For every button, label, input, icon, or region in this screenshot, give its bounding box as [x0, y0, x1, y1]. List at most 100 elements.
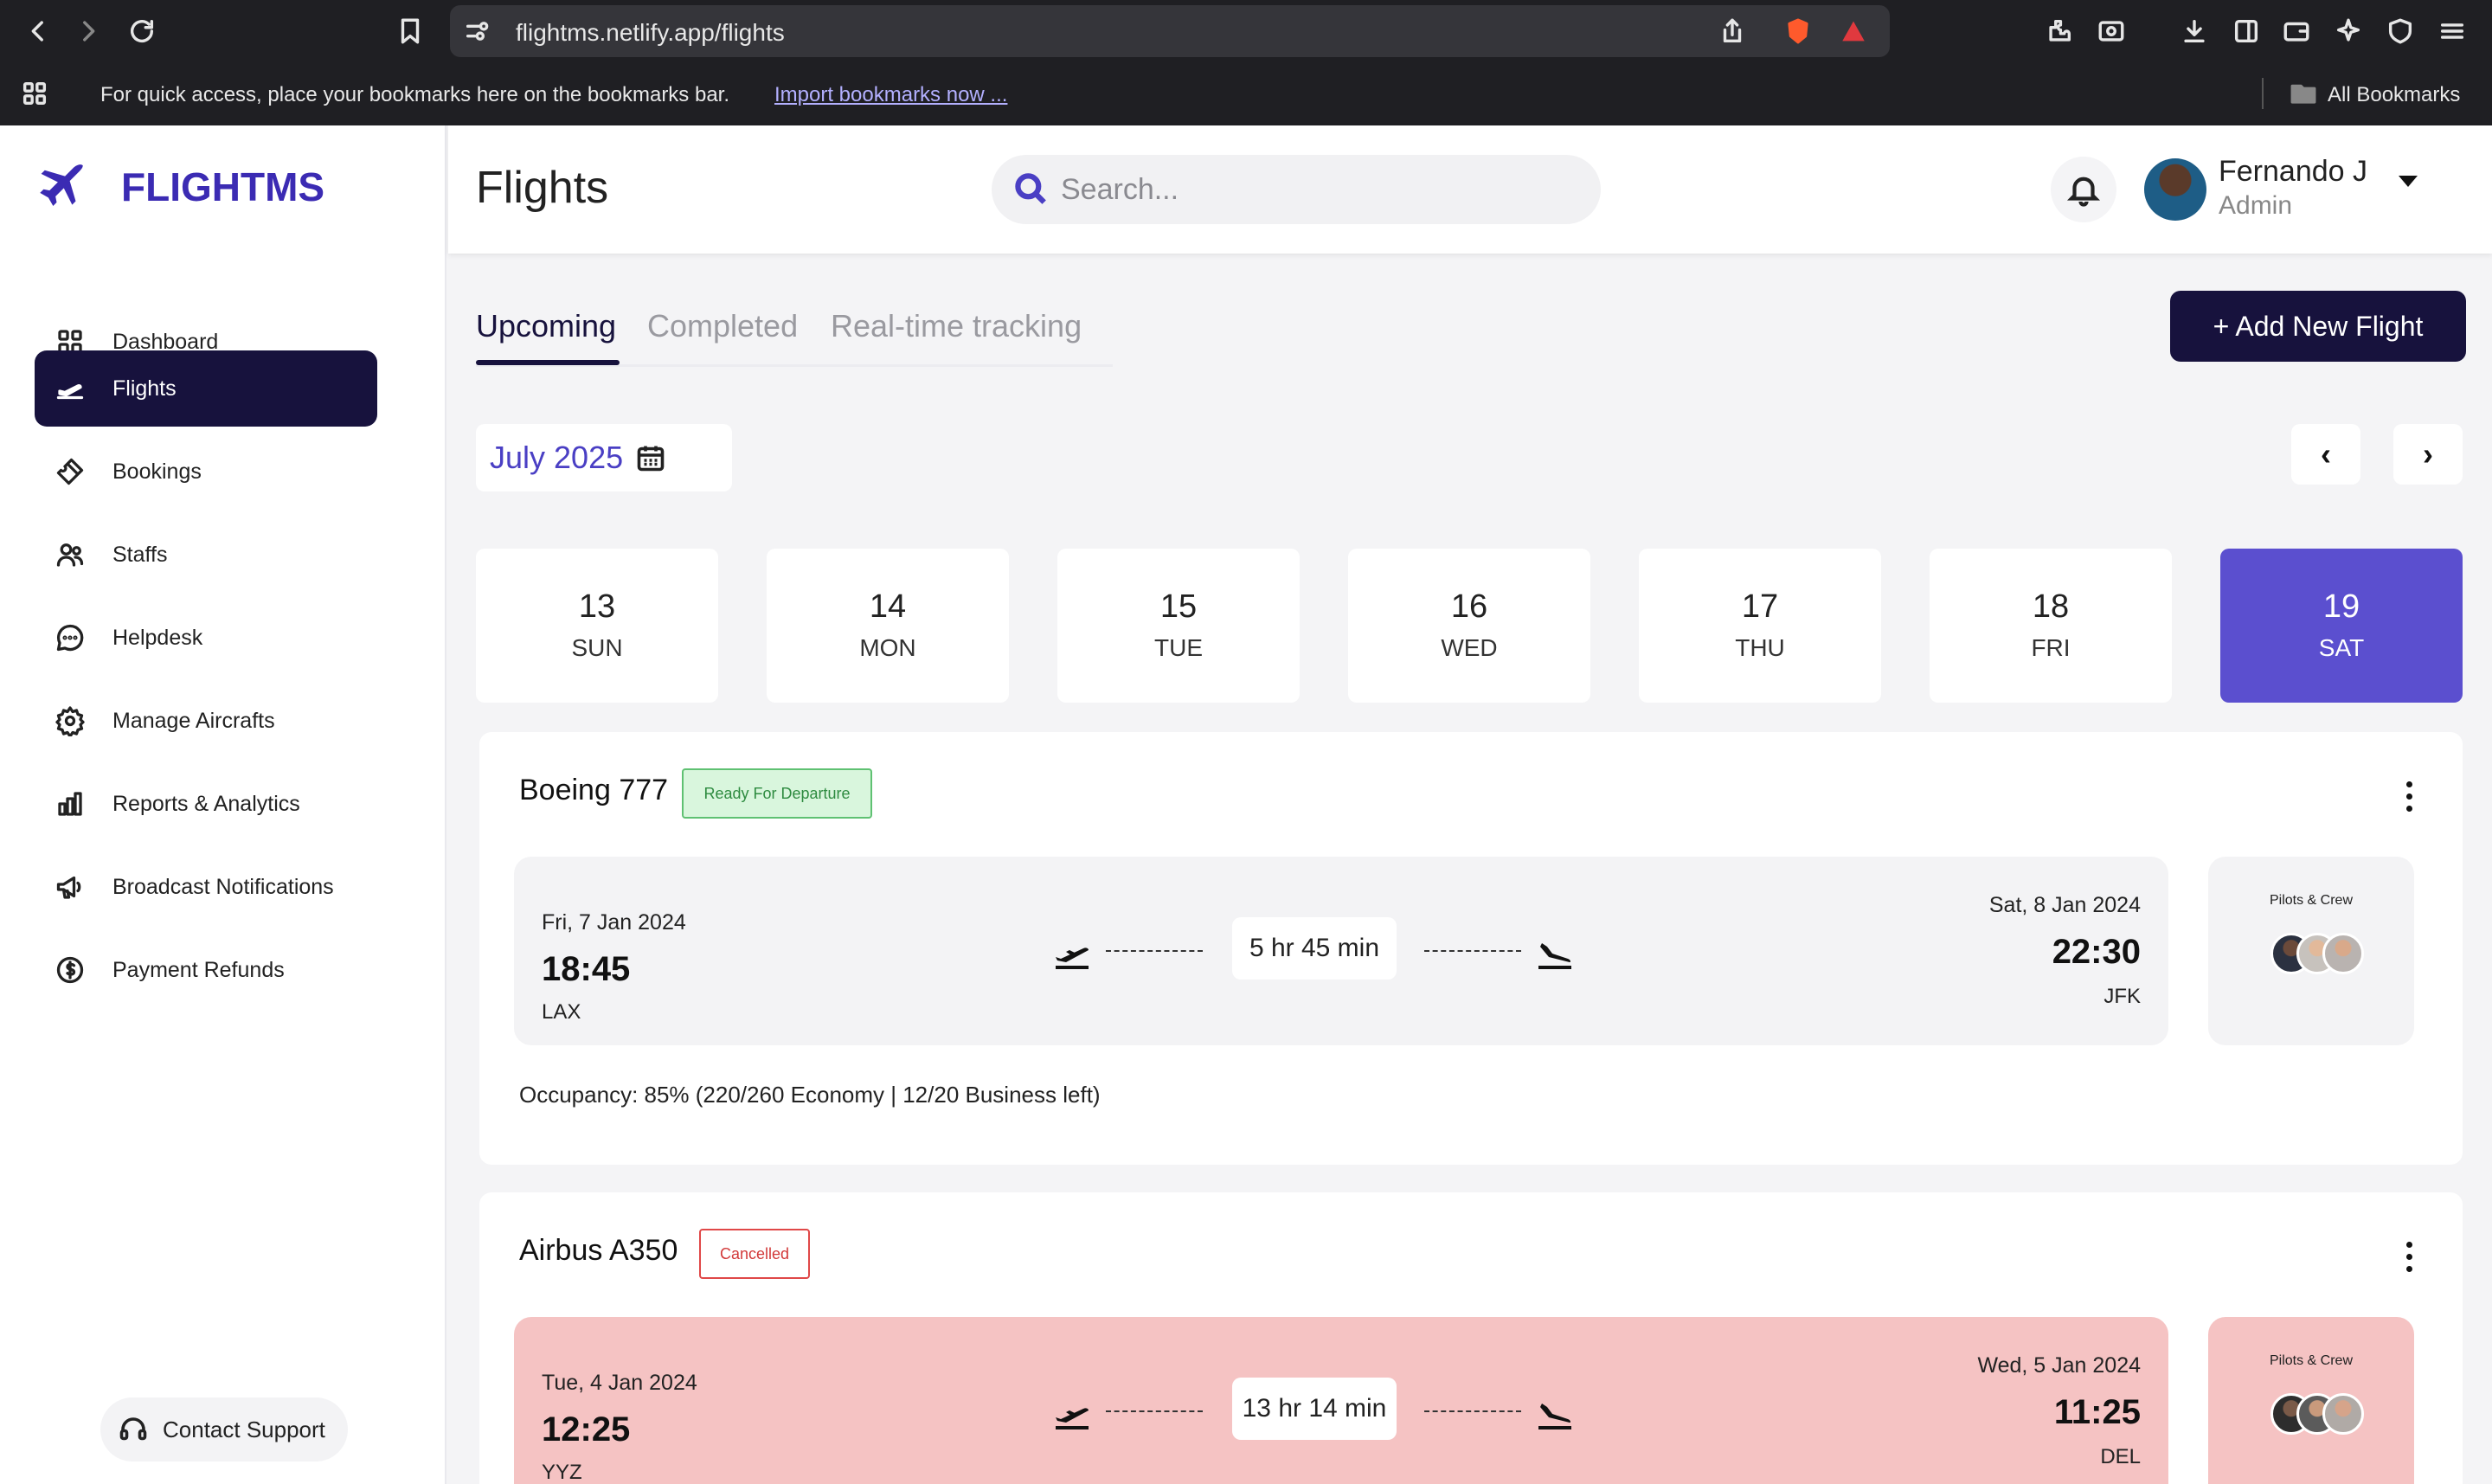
landing-icon: [1535, 936, 1577, 971]
crew-label: Pilots & Crew: [2269, 893, 2354, 908]
prev-week-button[interactable]: ‹: [2291, 424, 2360, 485]
reload-icon[interactable]: [123, 12, 161, 50]
arrival-date: Sat, 8 Jan 2024: [1988, 893, 2141, 917]
back-icon[interactable]: [19, 12, 57, 50]
next-week-button[interactable]: ›: [2393, 424, 2463, 485]
route-dashes: [1424, 1410, 1521, 1412]
sidebar-item-reports[interactable]: Reports & Analytics: [35, 766, 377, 842]
search-box[interactable]: [992, 155, 1601, 224]
avatar: [2322, 1393, 2364, 1435]
extensions-icon[interactable]: [2040, 12, 2078, 50]
gear-icon: [54, 704, 87, 737]
route-dashes: [1106, 950, 1203, 952]
logo[interactable]: FLIGHTMS: [33, 158, 324, 215]
sidebar-item-staffs[interactable]: Staffs: [35, 517, 377, 593]
search-input[interactable]: [1061, 170, 1545, 209]
user-role: Admin: [2219, 191, 2293, 220]
ticket-icon: [54, 455, 87, 488]
sidebar-toggle-icon[interactable]: [2227, 12, 2265, 50]
takeoff-icon: [1052, 1397, 1094, 1431]
url-text[interactable]: flightms.netlify.app/flights: [516, 19, 785, 47]
sidebar-item-flights[interactable]: Flights: [35, 350, 377, 427]
contact-support-button[interactable]: Contact Support: [100, 1397, 348, 1462]
notifications-button[interactable]: [2051, 157, 2116, 222]
day-number: 16: [1450, 588, 1488, 625]
day-wed[interactable]: 16 WED: [1348, 549, 1590, 703]
more-options-icon[interactable]: [2392, 770, 2426, 822]
flight-card: Airbus A350 Cancelled Tue, 4 Jan 2024 12…: [479, 1192, 2463, 1484]
crew-label: Pilots & Crew: [2269, 1353, 2354, 1368]
day-of-week: MON: [859, 634, 916, 661]
bookmarks-message: For quick access, place your bookmarks h…: [100, 83, 730, 106]
crew-panel[interactable]: Pilots & Crew: [2208, 857, 2414, 1045]
day-number: 15: [1159, 588, 1198, 625]
sidebar-item-label: Bookings: [112, 459, 202, 484]
flight-duration: 13 hr 14 min: [1232, 1378, 1397, 1440]
wallet-icon[interactable]: [2277, 12, 2315, 50]
address-bar[interactable]: flightms.netlify.app/flights: [450, 5, 1890, 57]
route-dashes: [1106, 1410, 1203, 1412]
bookmark-icon[interactable]: [391, 12, 429, 50]
top-bar: Flights Fernando J Admin: [448, 125, 2492, 254]
avatar[interactable]: [2144, 158, 2206, 221]
calendar-icon: [637, 446, 665, 472]
departure-time: 12:25: [542, 1410, 631, 1449]
sidebar-item-bookings[interactable]: Bookings: [35, 434, 377, 510]
day-thu[interactable]: 17 THU: [1639, 549, 1881, 703]
browser-toolbar: flightms.netlify.app/flights: [0, 0, 2492, 62]
more-options-icon[interactable]: [2392, 1230, 2426, 1282]
brave-shield-icon[interactable]: [1779, 12, 1817, 50]
month-picker[interactable]: July 2025: [476, 424, 732, 491]
day-mon[interactable]: 14 MON: [767, 549, 1009, 703]
sidebar-item-helpdesk[interactable]: Helpdesk: [35, 600, 377, 676]
sidebar-item-payment-refunds[interactable]: Payment Refunds: [35, 932, 377, 1008]
bell-icon: [2066, 177, 2101, 207]
site-settings-icon[interactable]: [459, 12, 497, 50]
user-name[interactable]: Fernando J: [2219, 155, 2367, 189]
users-icon: [54, 538, 87, 571]
vpn-icon[interactable]: [2381, 12, 2419, 50]
day-sun[interactable]: 13 SUN: [476, 549, 718, 703]
avatar: [2322, 933, 2364, 974]
brave-rewards-icon[interactable]: [1834, 12, 1872, 50]
download-icon[interactable]: [2175, 12, 2213, 50]
tab-completed[interactable]: Completed: [647, 308, 798, 344]
share-icon[interactable]: [1713, 12, 1751, 50]
megaphone-icon: [54, 870, 87, 903]
departure-airport: YYZ: [542, 1461, 582, 1484]
day-fri[interactable]: 18 FRI: [1930, 549, 2172, 703]
screenshot-icon[interactable]: [2092, 12, 2130, 50]
all-bookmarks-button[interactable]: All Bookmarks: [2328, 83, 2460, 107]
page-title: Flights: [476, 163, 609, 213]
day-sat[interactable]: 19 SAT: [2220, 549, 2463, 703]
apps-icon[interactable]: [16, 74, 54, 112]
search-icon: [1015, 173, 1046, 204]
tab-upcoming[interactable]: Upcoming: [476, 308, 616, 344]
flight-duration: 5 hr 45 min: [1232, 917, 1397, 980]
sidebar: FLIGHTMS Dashboard Flights Bookings Staf…: [0, 125, 446, 1484]
forward-icon[interactable]: [69, 12, 107, 50]
chevron-down-icon[interactable]: [2399, 176, 2418, 187]
tab-real-time-tracking[interactable]: Real-time tracking: [831, 308, 1082, 344]
day-of-week: TUE: [1154, 634, 1203, 661]
import-bookmarks-link[interactable]: Import bookmarks now ...: [774, 83, 1007, 107]
dollar-icon: [54, 954, 87, 986]
landing-icon: [1535, 1397, 1577, 1431]
headset-icon: [119, 1417, 147, 1441]
day-tue[interactable]: 15 TUE: [1057, 549, 1300, 703]
chat-icon: [54, 621, 87, 654]
browser-chrome: flightms.netlify.app/flights For quick a…: [0, 0, 2492, 125]
menu-icon[interactable]: [2433, 12, 2471, 50]
sidebar-item-label: Flights: [112, 376, 177, 401]
active-tab-indicator: [476, 360, 620, 365]
route-dashes: [1424, 950, 1521, 952]
leo-ai-icon[interactable]: [2329, 12, 2367, 50]
sidebar-item-label: Staffs: [112, 542, 168, 567]
sidebar-item-manage-aircrafts[interactable]: Manage Aircrafts: [35, 683, 377, 759]
crew-panel[interactable]: Pilots & Crew: [2208, 1317, 2414, 1484]
aircraft-name: Airbus A350: [519, 1234, 678, 1267]
sidebar-item-label: Reports & Analytics: [112, 791, 300, 816]
contact-support-label: Contact Support: [163, 1416, 325, 1442]
sidebar-item-broadcast[interactable]: Broadcast Notifications: [35, 849, 377, 925]
add-new-flight-button[interactable]: + Add New Flight: [2170, 291, 2466, 362]
